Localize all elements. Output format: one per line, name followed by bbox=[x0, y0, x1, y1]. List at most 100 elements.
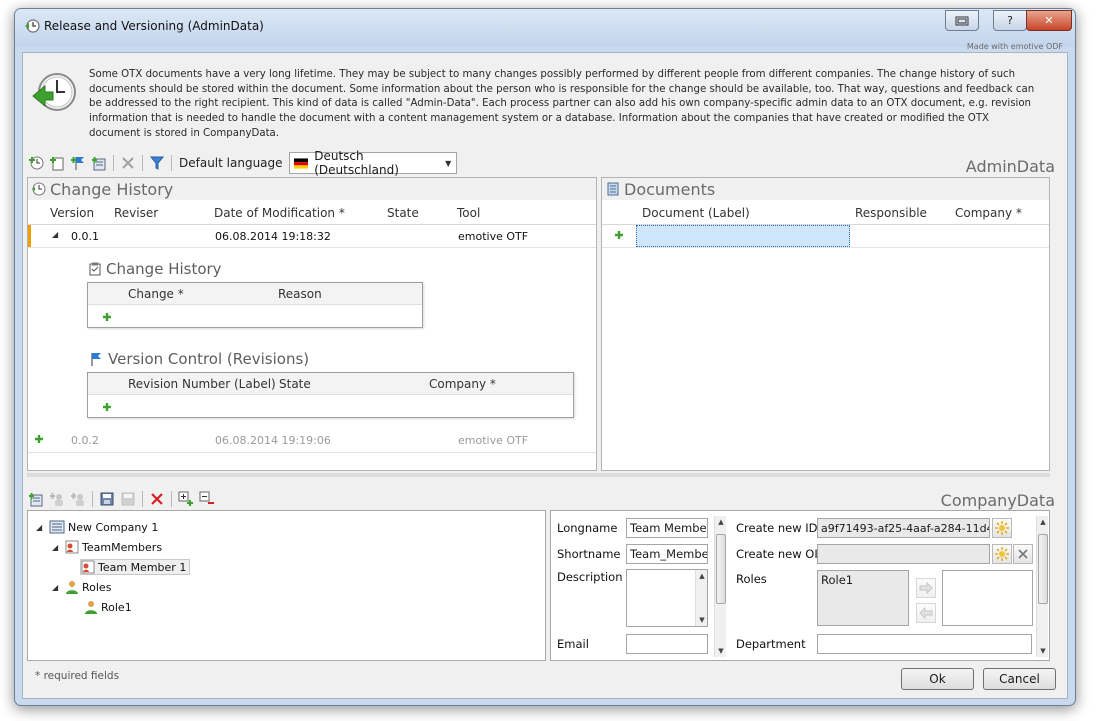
email-field[interactable] bbox=[626, 634, 708, 654]
clipboard-icon bbox=[89, 262, 101, 276]
left-form-scrollbar[interactable]: ▲ ▼ bbox=[714, 516, 726, 657]
company-tree: ◢ New Company 1 ◢ TeamMembers Team Membe… bbox=[27, 510, 546, 661]
cancel-button[interactable]: Cancel bbox=[983, 668, 1056, 690]
column-header-document[interactable]: Document (Label) bbox=[642, 206, 750, 220]
date-cell[interactable]: 06.08.2014 19:18:32 bbox=[215, 230, 331, 243]
tree-node-team-member[interactable]: Team Member 1 bbox=[80, 559, 191, 575]
document-label-cell[interactable] bbox=[636, 225, 850, 247]
team-members-label: TeamMembers bbox=[82, 540, 163, 554]
table-row[interactable]: ◢ 0.0.1 06.08.2014 19:18:32 emotive OTF bbox=[28, 225, 596, 247]
description-scrollbar[interactable]: ▲ ▼ bbox=[695, 570, 707, 626]
column-header-reviser[interactable]: Reviser bbox=[114, 206, 158, 220]
add-company-icon[interactable] bbox=[90, 154, 108, 172]
default-language-value: Deutsch (Deutschland) bbox=[314, 149, 399, 177]
add-row-icon[interactable] bbox=[102, 402, 112, 412]
window-title: Release and Versioning (AdminData) bbox=[44, 19, 264, 33]
clear-icon bbox=[1018, 549, 1028, 559]
team-member-label: Team Member 1 bbox=[98, 560, 187, 574]
expand-row-icon[interactable] bbox=[34, 434, 44, 444]
date-cell[interactable]: 06.08.2014 19:19:06 bbox=[215, 434, 331, 447]
scroll-down-icon[interactable]: ▼ bbox=[1037, 647, 1049, 655]
column-header-tool[interactable]: Tool bbox=[457, 206, 480, 220]
scroll-up-icon[interactable]: ▲ bbox=[715, 518, 727, 526]
row-selection-marker bbox=[28, 225, 31, 247]
generate-id-button[interactable] bbox=[992, 518, 1012, 538]
tool-cell[interactable]: emotive OTF bbox=[458, 230, 528, 243]
add-revision-icon[interactable] bbox=[69, 154, 87, 172]
version-cell[interactable]: 0.0.2 bbox=[71, 434, 99, 447]
column-header-state[interactable]: State bbox=[387, 206, 419, 220]
clear-oid-button[interactable] bbox=[1013, 544, 1033, 564]
tree-node-company[interactable]: ◢ New Company 1 bbox=[36, 519, 158, 535]
column-header-reason[interactable]: Reason bbox=[278, 287, 322, 301]
add-role-arrow-button[interactable] bbox=[916, 578, 936, 598]
column-header-date[interactable]: Date of Modification * bbox=[214, 206, 345, 220]
company-label: New Company 1 bbox=[68, 520, 159, 534]
create-id-field[interactable]: a9f71493-af25-4aaf-a284-11d473f9 bbox=[817, 518, 990, 538]
assigned-role-item[interactable]: Role1 bbox=[821, 573, 853, 587]
add-company-icon[interactable] bbox=[27, 490, 45, 508]
row-divider bbox=[602, 247, 1049, 248]
paste-company-icon[interactable] bbox=[119, 490, 137, 508]
add-row-icon[interactable] bbox=[102, 312, 112, 322]
longname-field[interactable]: Team Member 1 bbox=[626, 518, 708, 538]
close-button[interactable]: ✕ bbox=[1026, 10, 1072, 31]
expand-all-icon[interactable] bbox=[177, 490, 195, 508]
tree-node-role[interactable]: Role1 bbox=[84, 599, 132, 615]
collapse-toggle-icon[interactable]: ◢ bbox=[36, 523, 46, 532]
collapse-toggle-icon[interactable]: ◢ bbox=[52, 543, 62, 552]
scroll-up-icon[interactable]: ▲ bbox=[1037, 518, 1049, 526]
version-cell[interactable]: 0.0.1 bbox=[71, 230, 99, 243]
delete-icon[interactable] bbox=[148, 490, 166, 508]
scroll-down-icon[interactable]: ▼ bbox=[715, 647, 727, 655]
restore-icon bbox=[955, 16, 969, 25]
shortname-field[interactable]: Team_Member_ bbox=[626, 544, 708, 564]
add-document-icon[interactable] bbox=[48, 154, 66, 172]
dialog-window: Release and Versioning (AdminData) ? ✕ M… bbox=[14, 8, 1076, 706]
column-header-revision-number[interactable]: Revision Number (Label) bbox=[128, 377, 276, 391]
horizontal-splitter[interactable] bbox=[27, 473, 1050, 477]
scroll-thumb[interactable] bbox=[1038, 534, 1048, 604]
column-header-revision-company[interactable]: Company * bbox=[429, 377, 496, 391]
collapse-toggle-icon[interactable]: ◢ bbox=[52, 583, 62, 592]
close-icon: ✕ bbox=[1044, 14, 1054, 27]
remove-role-arrow-button[interactable] bbox=[916, 603, 936, 623]
restore-button[interactable] bbox=[945, 10, 979, 31]
ok-button[interactable]: Ok bbox=[901, 668, 974, 690]
column-header-responsible[interactable]: Responsible bbox=[855, 206, 927, 220]
email-label: Email bbox=[557, 637, 589, 651]
column-header-change[interactable]: Change * bbox=[128, 287, 184, 301]
help-button[interactable]: ? bbox=[993, 10, 1027, 31]
collapse-toggle-icon[interactable]: ◢ bbox=[52, 230, 62, 239]
add-team-member-icon[interactable] bbox=[48, 490, 66, 508]
delete-icon[interactable] bbox=[119, 154, 137, 172]
department-field[interactable] bbox=[817, 634, 1032, 654]
scroll-up-icon[interactable]: ▲ bbox=[696, 572, 708, 580]
tool-cell[interactable]: emotive OTF bbox=[458, 434, 528, 447]
generate-oid-button[interactable] bbox=[992, 544, 1012, 564]
right-form-scrollbar[interactable]: ▲ ▼ bbox=[1036, 516, 1048, 657]
toolbar-separator bbox=[142, 491, 143, 507]
create-oid-field[interactable] bbox=[817, 544, 990, 564]
filter-icon[interactable] bbox=[148, 154, 166, 172]
tree-node-roles[interactable]: ◢ Roles bbox=[52, 579, 111, 595]
roles-icon bbox=[66, 581, 78, 594]
column-header-company[interactable]: Company * bbox=[955, 206, 1022, 220]
table-row[interactable]: 0.0.2 06.08.2014 19:19:06 emotive OTF bbox=[28, 430, 596, 452]
assigned-roles-list[interactable]: Role1 bbox=[817, 570, 909, 626]
scroll-thumb[interactable] bbox=[716, 534, 726, 604]
scroll-down-icon[interactable]: ▼ bbox=[696, 616, 708, 624]
title-bar: Release and Versioning (AdminData) ? ✕ M… bbox=[15, 9, 1075, 51]
tree-node-team-members[interactable]: ◢ TeamMembers bbox=[52, 539, 162, 555]
column-header-version[interactable]: Version bbox=[50, 206, 94, 220]
add-role-icon[interactable] bbox=[69, 490, 87, 508]
roles-form-label: Roles bbox=[736, 572, 767, 586]
add-entry-icon[interactable] bbox=[27, 154, 45, 172]
column-header-revision-state[interactable]: State bbox=[279, 377, 311, 391]
collapse-all-icon[interactable] bbox=[198, 490, 216, 508]
save-company-icon[interactable] bbox=[98, 490, 116, 508]
available-roles-list[interactable] bbox=[942, 570, 1033, 626]
help-icon: ? bbox=[1007, 14, 1013, 27]
default-language-select[interactable]: Deutsch (Deutschland) ▼ bbox=[288, 149, 457, 177]
add-row-icon[interactable] bbox=[614, 230, 624, 240]
